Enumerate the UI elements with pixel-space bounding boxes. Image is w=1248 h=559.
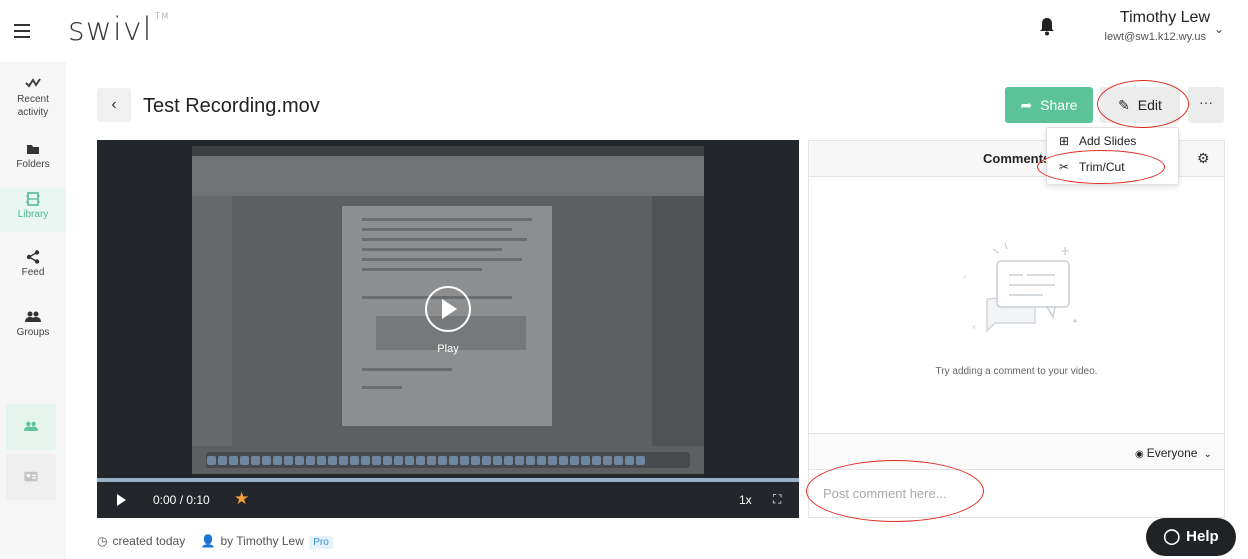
star-icon[interactable]: ★ (234, 489, 249, 509)
created-date: created today (112, 534, 186, 548)
app-logo[interactable]: swivl TM (68, 10, 170, 48)
video-meta: ◷ created today 👤 by Timothy Lew Pro (97, 534, 333, 549)
sidebar-item-label: Recent activity (17, 94, 49, 118)
id-card-icon (24, 471, 38, 482)
audience-select[interactable]: ◉ Everyone ⌄ (1135, 446, 1212, 460)
help-button[interactable]: ◯ Help (1146, 518, 1236, 556)
help-label: Help (1186, 528, 1219, 545)
user-email: lewt@sw1.k12.wy.us (1104, 31, 1206, 43)
play-icon[interactable] (117, 494, 126, 506)
gear-icon[interactable]: ⚙ (1197, 150, 1210, 167)
film-icon (26, 192, 40, 206)
sidebar-item-feed[interactable]: Feed (0, 250, 66, 278)
sidebar: Recent activity Folders Library Feed Gro… (0, 62, 66, 559)
user-name[interactable]: Timothy Lew (1100, 9, 1210, 27)
sidebar-item-label: Feed (21, 267, 45, 278)
sidebar-item-label: Groups (16, 327, 50, 338)
user-icon: 👤 (200, 534, 216, 548)
share-button-label: Share (1040, 97, 1078, 113)
video-player[interactable]: Play 0:00 / 0:10 ★ 1x ⛶ (97, 140, 799, 518)
eye-icon: ◉ (1135, 449, 1144, 460)
annotation-oval-edit (1097, 80, 1189, 128)
back-button[interactable]: ‹ (97, 88, 131, 122)
sidebar-item-folders[interactable]: Folders (0, 142, 66, 170)
play-icon (442, 299, 457, 319)
chat-bubble-icon: ◯ (1163, 528, 1181, 545)
ellipsis-icon: ··· (1199, 94, 1213, 110)
owner-name: by Timothy Lew (220, 534, 304, 548)
chevron-left-icon: ‹ (111, 96, 117, 113)
top-bar: swivl TM Timothy Lew lewt@sw1.k12.wy.us ⌄ (0, 0, 1248, 62)
sidebar-item-label: Folders (16, 159, 50, 170)
svg-text:›: › (963, 272, 966, 281)
sidebar-profile-shortcut[interactable] (6, 454, 56, 500)
sidebar-item-recent-activity[interactable]: Recent activity (0, 76, 66, 119)
menu-item-label: Add Slides (1079, 134, 1137, 148)
folder-icon (27, 145, 39, 154)
chevron-down-icon: ⌄ (1203, 449, 1212, 460)
player-controls: 0:00 / 0:10 ★ 1x ⛶ (97, 482, 799, 518)
menu-icon[interactable] (14, 24, 30, 38)
sidebar-item-library[interactable]: Library (0, 188, 66, 232)
add-slides-icon: ⊞ (1058, 134, 1070, 148)
play-overlay-label: Play (437, 343, 459, 355)
share-button[interactable]: ➦ Share (1005, 87, 1093, 123)
sidebar-item-groups[interactable]: Groups (0, 310, 66, 338)
playback-speed[interactable]: 1x (739, 493, 752, 507)
activity-icon (25, 78, 41, 88)
time-display: 0:00 / 0:10 (153, 493, 210, 507)
bell-icon[interactable] (1038, 16, 1056, 36)
empty-comments-illustration: › × (963, 242, 1077, 333)
groups-icon (25, 311, 41, 322)
pro-badge: Pro (309, 536, 333, 549)
svg-text:×: × (971, 323, 977, 331)
fullscreen-icon[interactable]: ⛶ (773, 492, 781, 507)
share-icon (26, 250, 40, 264)
groups-icon (24, 421, 38, 431)
empty-comments-message: Try adding a comment to your video. (935, 366, 1098, 377)
clock-icon: ◷ (97, 534, 108, 548)
page-title: Test Recording.mov (143, 95, 320, 117)
menu-item-add-slides[interactable]: ⊞ Add Slides (1057, 134, 1136, 148)
annotation-oval-comment (806, 460, 984, 522)
chevron-down-icon[interactable]: ⌄ (1214, 22, 1224, 36)
more-options-button[interactable]: ··· (1188, 87, 1224, 123)
audience-label: Everyone (1146, 446, 1198, 460)
sidebar-groups-shortcut[interactable] (6, 404, 56, 450)
sidebar-item-label: Library (17, 209, 49, 220)
annotation-oval-trim (1037, 150, 1165, 184)
share-arrow-icon: ➦ (1020, 97, 1033, 113)
